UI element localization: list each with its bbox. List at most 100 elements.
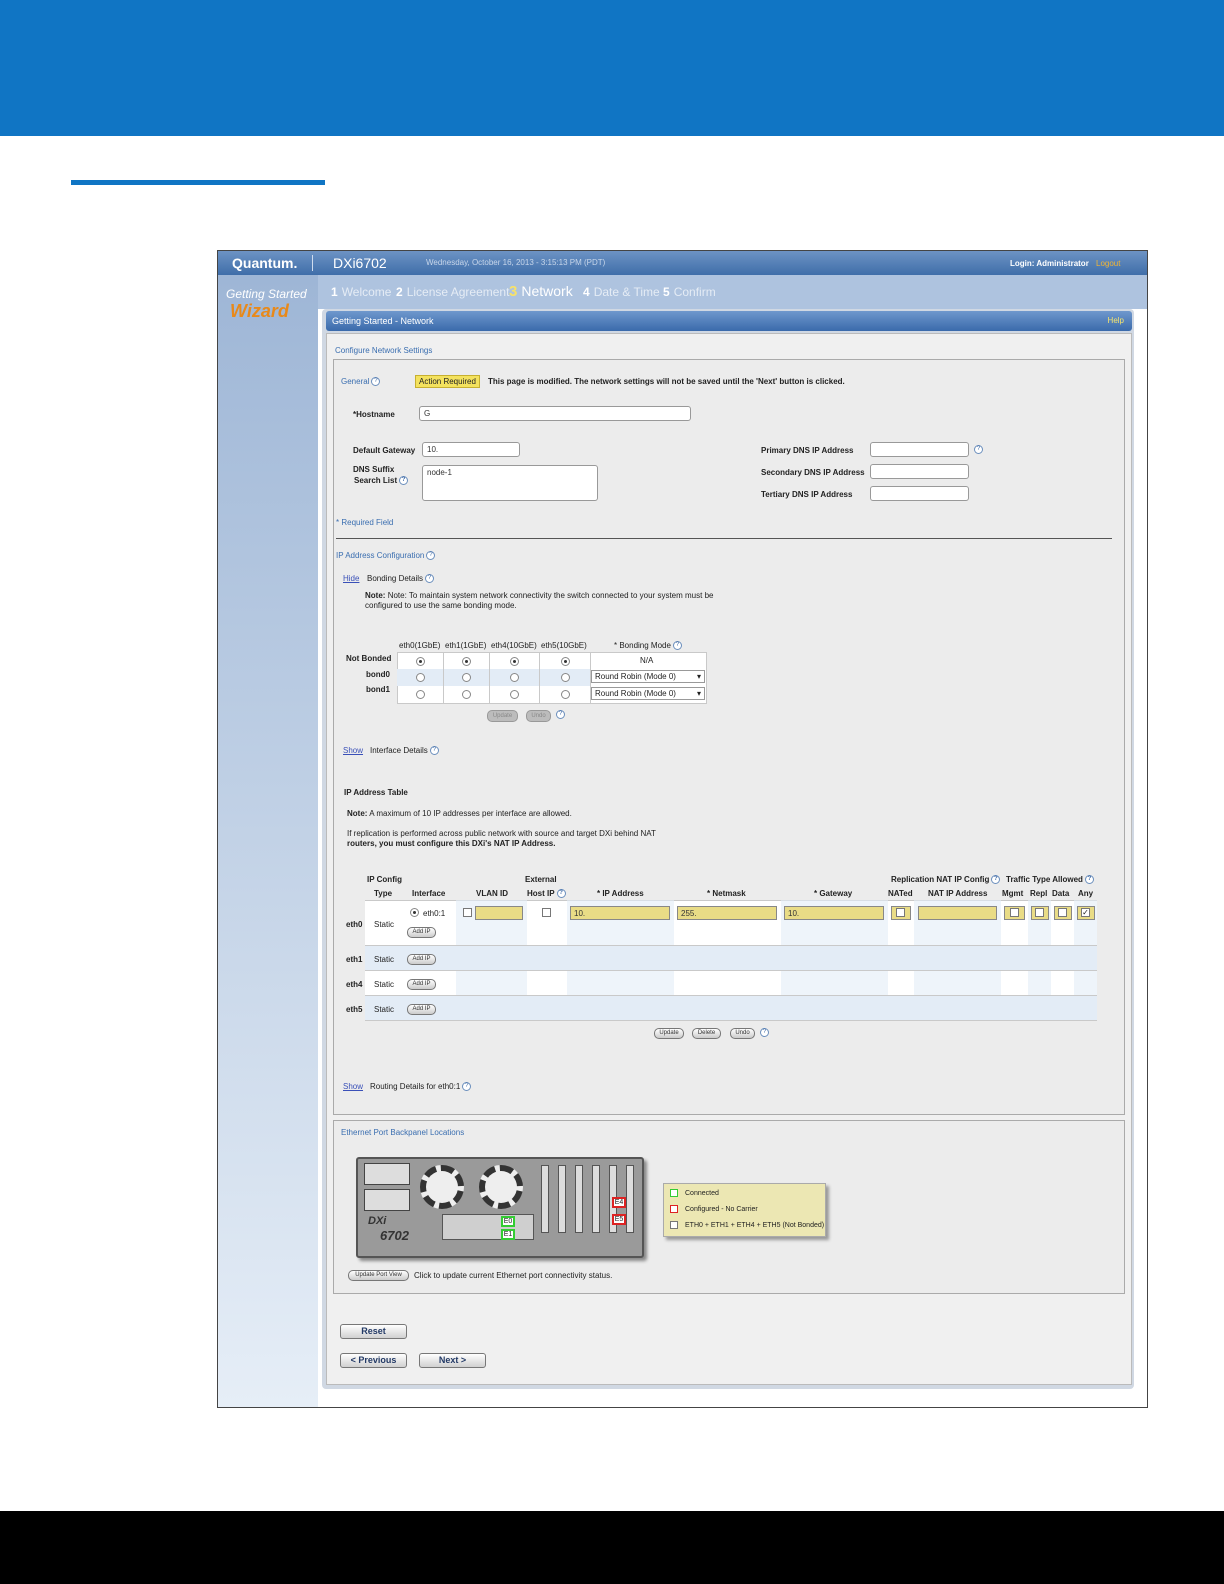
- hdr-any: Any: [1078, 889, 1094, 898]
- radio-eth4-bond1[interactable]: [510, 690, 519, 699]
- pci-slot: [541, 1165, 549, 1233]
- nated-checkbox[interactable]: [896, 908, 905, 917]
- tertiary-dns-input[interactable]: [870, 486, 969, 501]
- add-ip-eth0-button[interactable]: Add IP: [407, 927, 436, 938]
- hostname-input[interactable]: [419, 406, 691, 421]
- help-icon[interactable]: ?: [426, 551, 436, 560]
- help-icon[interactable]: ?: [672, 641, 682, 650]
- help-icon[interactable]: ?: [991, 875, 1001, 884]
- dns-suffix-textarea[interactable]: node-1: [422, 465, 598, 501]
- vlan-id-input[interactable]: [475, 906, 523, 920]
- ip-address-input[interactable]: 10.: [570, 906, 670, 920]
- legend-no-carrier: Configured - No Carrier: [685, 1206, 758, 1213]
- add-ip-eth4-button[interactable]: Add IP: [407, 979, 436, 990]
- configure-network-heading: Configure Network Settings: [335, 346, 433, 355]
- ip-type-eth4: Static: [374, 980, 395, 989]
- help-icon[interactable]: ?: [371, 377, 381, 386]
- grid-line: [489, 652, 490, 704]
- radio-eth1-bond1[interactable]: [462, 690, 471, 699]
- bonding-update-button[interactable]: Update: [487, 710, 518, 722]
- update-port-view-button[interactable]: Update Port View: [348, 1270, 409, 1281]
- legend-swatch-connected: [670, 1189, 678, 1197]
- help-link[interactable]: Help: [1108, 316, 1124, 325]
- logout-link[interactable]: Logout: [1096, 259, 1120, 268]
- next-button[interactable]: Next >: [419, 1353, 486, 1368]
- repl-checkbox[interactable]: [1035, 908, 1044, 917]
- bond0-mode-select[interactable]: Round Robin (Mode 0) ▾: [591, 670, 705, 683]
- ip-table-note: Note: A maximum of 10 IP addresses per i…: [347, 809, 572, 818]
- row-line: [365, 1020, 1097, 1021]
- header-datetime: Wednesday, October 16, 2013 - 3:15:13 PM…: [426, 258, 606, 267]
- show-interface-link[interactable]: Show: [343, 746, 363, 755]
- pci-slot: [558, 1165, 566, 1233]
- reset-button[interactable]: Reset: [340, 1324, 407, 1339]
- add-ip-eth5-button[interactable]: Add IP: [407, 1004, 436, 1015]
- ip-update-button[interactable]: Update: [654, 1028, 684, 1039]
- port-e4: E4: [612, 1197, 626, 1208]
- step-confirm[interactable]: 5 Confirm: [663, 285, 716, 299]
- ip-type-eth0: Static: [374, 920, 395, 929]
- chevron-down-icon: ▾: [696, 672, 701, 681]
- wizard-sidebar: Getting Started Wizard: [218, 275, 318, 1407]
- show-routing-link[interactable]: Show: [343, 1082, 363, 1091]
- help-icon[interactable]: ?: [462, 1082, 472, 1091]
- radio-eth4-not-bonded[interactable]: [510, 657, 519, 666]
- netmask-input[interactable]: 255.: [677, 906, 777, 920]
- hdr-data: Data: [1052, 889, 1070, 898]
- nat-ip-input[interactable]: [918, 906, 997, 920]
- gateway-input[interactable]: 10.: [784, 906, 884, 920]
- host-ip-checkbox[interactable]: [542, 908, 551, 917]
- ip-row-eth4: eth4: [346, 980, 363, 989]
- help-icon[interactable]: ?: [429, 746, 439, 755]
- hdr-repl: Repl: [1030, 889, 1048, 898]
- step-network[interactable]: 3 Network: [509, 283, 573, 300]
- bonding-mode-header: * Bonding Mode?: [614, 641, 682, 650]
- primary-dns-input[interactable]: [870, 442, 969, 457]
- data-checkbox[interactable]: [1058, 908, 1067, 917]
- help-icon[interactable]: ?: [1084, 875, 1094, 884]
- hostname-label: *Hostname: [353, 410, 395, 419]
- power-supply-1: [364, 1163, 410, 1185]
- search-list-label: Search List?: [354, 476, 409, 485]
- radio-eth1-not-bonded[interactable]: [462, 657, 471, 666]
- radio-eth0-bond0[interactable]: [416, 673, 425, 682]
- previous-button[interactable]: < Previous: [340, 1353, 407, 1368]
- help-icon[interactable]: ?: [556, 710, 565, 719]
- help-icon[interactable]: ?: [760, 1028, 769, 1037]
- help-icon[interactable]: ?: [974, 445, 983, 454]
- radio-eth5-bond1[interactable]: [561, 690, 570, 699]
- help-icon[interactable]: ?: [425, 574, 435, 583]
- radio-eth0-bond1[interactable]: [416, 690, 425, 699]
- hide-bonding-link[interactable]: Hide: [343, 574, 359, 583]
- fan-icon: [479, 1165, 523, 1209]
- help-icon[interactable]: ?: [556, 889, 566, 898]
- ip-delete-button[interactable]: Delete: [692, 1028, 721, 1039]
- add-ip-eth1-button[interactable]: Add IP: [407, 954, 436, 965]
- help-icon[interactable]: ?: [399, 476, 409, 485]
- any-checkbox-checked[interactable]: ✓: [1081, 908, 1090, 917]
- required-field-note: * Required Field: [336, 518, 394, 527]
- radio-eth5-bond0[interactable]: [561, 673, 570, 682]
- bond1-mode-select[interactable]: Round Robin (Mode 0) ▾: [591, 687, 705, 700]
- wizard-steps: 1 Welcome 2 License Agreement 3 Network 4 Da…: [318, 275, 1147, 309]
- interface-details-heading: Interface Details?: [370, 746, 439, 755]
- legend-connected: Connected: [685, 1190, 719, 1197]
- vlan-checkbox[interactable]: [463, 908, 472, 917]
- general-heading: General?: [341, 377, 381, 386]
- quantum-logo: Quantum.: [232, 255, 298, 271]
- bonding-undo-button[interactable]: Undo: [526, 710, 551, 722]
- secondary-dns-input[interactable]: [870, 464, 969, 479]
- dns-suffix-label: DNS Suffix: [353, 465, 395, 474]
- radio-eth1-bond0[interactable]: [462, 673, 471, 682]
- step-welcome[interactable]: 1 Welcome: [331, 285, 391, 299]
- iface-radio-eth0-1[interactable]: [410, 908, 419, 917]
- backpanel-heading: Ethernet Port Backpanel Locations: [341, 1128, 465, 1137]
- radio-eth0-not-bonded[interactable]: [416, 657, 425, 666]
- ip-undo-button[interactable]: Undo: [730, 1028, 755, 1039]
- default-gateway-input[interactable]: [422, 442, 520, 457]
- radio-eth4-bond0[interactable]: [510, 673, 519, 682]
- step-date-time[interactable]: 4 Date & Time: [583, 285, 660, 299]
- radio-eth5-not-bonded[interactable]: [561, 657, 570, 666]
- mgmt-checkbox[interactable]: [1010, 908, 1019, 917]
- step-license[interactable]: 2 License Agreement: [396, 285, 509, 299]
